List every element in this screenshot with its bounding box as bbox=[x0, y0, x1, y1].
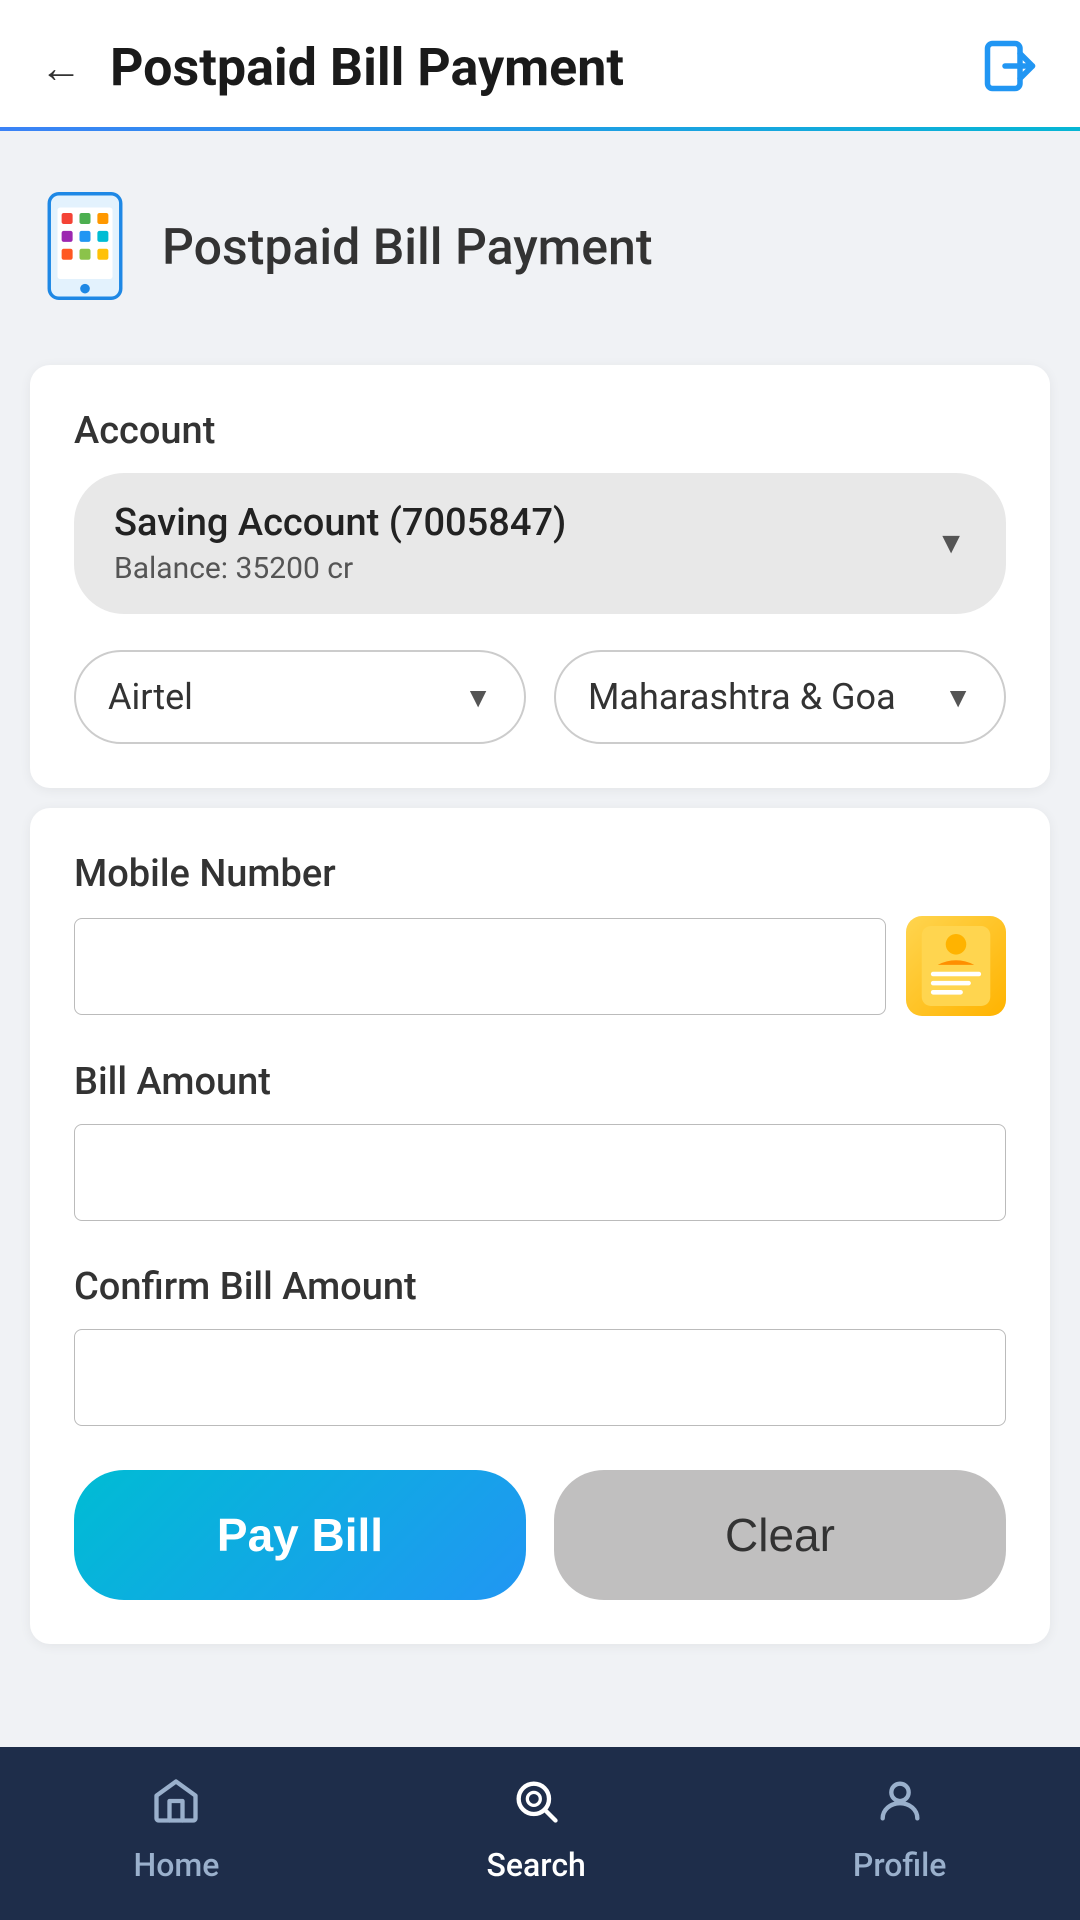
back-button[interactable]: ← bbox=[40, 47, 82, 89]
account-label: Account bbox=[74, 409, 1006, 453]
contact-book-icon[interactable] bbox=[906, 916, 1006, 1016]
hero-title: Postpaid Bill Payment bbox=[162, 219, 653, 277]
phone-icon bbox=[40, 191, 130, 305]
header-left: ← Postpaid Bill Payment bbox=[40, 37, 624, 98]
action-buttons: Pay Bill Clear bbox=[74, 1470, 1006, 1600]
hero-section: Postpaid Bill Payment bbox=[0, 131, 1080, 345]
region-dropdown[interactable]: Maharashtra & Goa ▼ bbox=[554, 650, 1006, 744]
account-balance: Balance: 35200 cr bbox=[114, 551, 566, 586]
chevron-down-icon: ▼ bbox=[936, 526, 966, 561]
header: ← Postpaid Bill Payment bbox=[0, 0, 1080, 131]
nav-item-profile[interactable]: Profile bbox=[853, 1775, 947, 1884]
bottom-nav: Home Search Profile bbox=[0, 1747, 1080, 1920]
home-nav-label: Home bbox=[134, 1846, 220, 1884]
mobile-input-row bbox=[74, 916, 1006, 1016]
confirm-bill-label: Confirm Bill Amount bbox=[74, 1265, 1006, 1309]
region-chevron-icon: ▼ bbox=[944, 681, 972, 714]
search-nav-label: Search bbox=[487, 1846, 586, 1884]
nav-item-home[interactable]: Home bbox=[134, 1775, 220, 1884]
operator-chevron-icon: ▼ bbox=[464, 681, 492, 714]
clear-button[interactable]: Clear bbox=[554, 1470, 1006, 1600]
profile-icon bbox=[874, 1775, 926, 1836]
account-card: Account Saving Account (7005847) Balance… bbox=[30, 365, 1050, 788]
logout-icon bbox=[980, 36, 1040, 96]
bill-form-card: Mobile Number Bill Amount Confirm Bill A… bbox=[30, 808, 1050, 1644]
account-dropdown[interactable]: Saving Account (7005847) Balance: 35200 … bbox=[74, 473, 1006, 614]
operator-label: Airtel bbox=[108, 676, 193, 718]
bill-amount-input[interactable] bbox=[74, 1124, 1006, 1221]
mobile-label: Mobile Number bbox=[74, 852, 1006, 896]
confirm-bill-amount-input[interactable] bbox=[74, 1329, 1006, 1426]
logout-button[interactable] bbox=[980, 36, 1040, 99]
operator-dropdown[interactable]: Airtel ▼ bbox=[74, 650, 526, 744]
bill-amount-label: Bill Amount bbox=[74, 1060, 1006, 1104]
region-label: Maharashtra & Goa bbox=[588, 676, 896, 718]
profile-nav-label: Profile bbox=[853, 1846, 947, 1884]
home-icon bbox=[150, 1775, 202, 1836]
search-icon bbox=[510, 1775, 562, 1836]
operator-region-row: Airtel ▼ Maharashtra & Goa ▼ bbox=[74, 650, 1006, 744]
nav-item-search[interactable]: Search bbox=[487, 1775, 586, 1884]
mobile-number-input[interactable] bbox=[74, 918, 886, 1015]
page-title: Postpaid Bill Payment bbox=[110, 37, 624, 98]
pay-bill-button[interactable]: Pay Bill bbox=[74, 1470, 526, 1600]
account-info: Saving Account (7005847) Balance: 35200 … bbox=[114, 501, 566, 586]
account-name: Saving Account (7005847) bbox=[114, 501, 566, 545]
